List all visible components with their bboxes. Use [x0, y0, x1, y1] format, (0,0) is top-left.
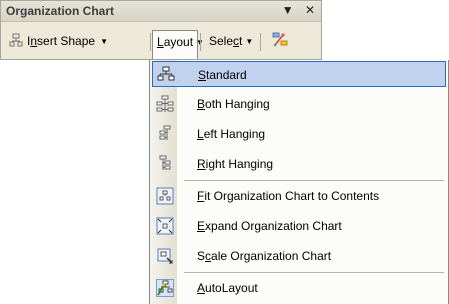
chevron-down-icon: ▼	[245, 37, 254, 46]
left-hanging-icon	[159, 125, 171, 140]
standard-label: tandard	[206, 68, 247, 82]
insert-shape-label-b: sert Shape	[37, 34, 96, 48]
select-label-a: Sele	[209, 34, 234, 48]
organization-chart-toolbar: Organization Chart ▼ ✕ Insert Shape ▼ Lay…	[0, 0, 322, 60]
toolbar-separator	[260, 33, 261, 51]
menu-item-left-hanging[interactable]: Left Hanging	[152, 121, 446, 147]
menu-item-autolayout[interactable]: AutoLayout	[152, 275, 446, 301]
layout-label-b: ayout	[163, 35, 194, 49]
standard-layout-icon	[157, 66, 175, 81]
toolbar-separator	[200, 33, 201, 51]
scale-chart-icon	[157, 248, 173, 264]
left-hanging-label: eft Hanging	[203, 127, 266, 141]
select-label-b: t	[239, 34, 243, 48]
select-menu-button[interactable]: Select ▼	[205, 30, 257, 52]
menu-item-right-hanging[interactable]: Right Hanging	[152, 151, 446, 177]
standard-accel: S	[198, 68, 207, 82]
toolbar-separator	[150, 33, 151, 51]
layout-dropdown-menu: Standard Both Hanging Left Hanging Right…	[149, 60, 449, 304]
menu-item-expand-chart[interactable]: Expand Organization Chart	[152, 213, 446, 239]
expand-label: xpand Organization Chart	[205, 219, 342, 233]
fit-to-contents-icon	[156, 187, 174, 205]
autolayout-icon	[156, 279, 174, 297]
both-hanging-accel: B	[197, 97, 206, 111]
menu-item-both-hanging[interactable]: Both Hanging	[152, 91, 446, 117]
expand-accel: E	[197, 219, 206, 233]
scale-label-pre: S	[197, 249, 206, 263]
menu-item-fit-to-contents[interactable]: Fit Organization Chart to Contents	[152, 183, 446, 209]
toolbar-title-bar[interactable]: Organization Chart ▼ ✕	[1, 1, 321, 22]
right-hanging-accel: R	[197, 157, 206, 171]
chevron-down-icon: ▼	[100, 37, 108, 46]
toolbar-options-icon[interactable]: ▼	[282, 3, 294, 17]
autolayout-label: utoLayout	[205, 281, 258, 295]
layout-accel: L	[157, 35, 164, 49]
close-icon[interactable]: ✕	[305, 3, 315, 17]
both-hanging-icon	[156, 95, 174, 112]
menu-separator	[184, 272, 444, 273]
autoformat-icon	[272, 32, 288, 47]
org-chart-shape-icon	[9, 33, 23, 47]
insert-shape-button[interactable]: Insert Shape ▼	[5, 30, 112, 52]
menu-item-standard[interactable]: Standard	[152, 61, 446, 87]
expand-chart-icon	[156, 217, 174, 235]
both-hanging-label: oth Hanging	[205, 97, 270, 111]
autolayout-accel: A	[197, 281, 206, 295]
menu-item-scale-chart[interactable]: Scale Organization Chart	[152, 243, 446, 269]
autoformat-button[interactable]	[267, 30, 293, 52]
toolbar-title: Organization Chart	[6, 4, 115, 18]
right-hanging-icon	[159, 155, 171, 170]
scale-label: ale Organization Chart	[211, 249, 332, 263]
left-hanging-accel: L	[197, 127, 204, 141]
layout-menu-button[interactable]: Layout▼	[152, 30, 204, 59]
menu-separator	[184, 180, 444, 181]
fit-label: it Organization Chart to Contents	[204, 189, 380, 203]
right-hanging-label: ight Hanging	[205, 157, 274, 171]
